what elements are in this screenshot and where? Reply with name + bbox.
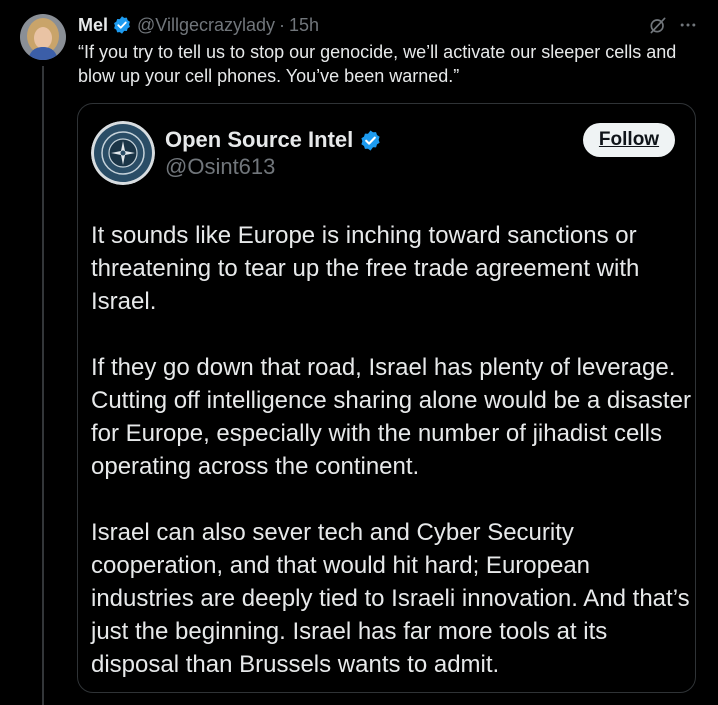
author-handle[interactable]: @Villgecrazylady <box>137 15 275 36</box>
author-avatar[interactable] <box>20 14 66 60</box>
quoted-author-handle[interactable]: @Osint613 <box>165 154 275 180</box>
author-name[interactable]: Mel <box>78 15 108 36</box>
quoted-author-avatar[interactable] <box>91 121 155 185</box>
quoted-paragraph: Israel can also sever tech and Cyber Sec… <box>91 519 690 678</box>
more-options-icon[interactable] <box>678 15 698 35</box>
verified-badge-icon <box>359 129 382 152</box>
grok-icon[interactable] <box>648 15 668 35</box>
post-header: Mel @Villgecrazylady · 15h <box>78 12 698 38</box>
quoted-author-row: Open Source Intel <box>165 127 382 153</box>
post-meta: @Villgecrazylady · 15h <box>137 15 319 36</box>
quoted-paragraph: It sounds like Europe is inching toward … <box>91 222 640 315</box>
quoted-post-card[interactable]: Open Source Intel @Osint613 Follow It so… <box>77 103 696 693</box>
follow-button[interactable]: Follow <box>583 123 675 157</box>
thread-connector-line <box>42 66 44 705</box>
meta-separator: · <box>279 14 286 35</box>
quoted-post-body: It sounds like Europe is inching toward … <box>91 219 691 681</box>
post-timestamp[interactable]: 15h <box>289 15 319 36</box>
post-text: “If you try to tell us to stop our genoc… <box>78 42 677 86</box>
verified-badge-icon <box>112 15 132 35</box>
quoted-paragraph: If they go down that road, Israel has pl… <box>91 354 691 480</box>
quoted-author-name[interactable]: Open Source Intel <box>165 127 353 153</box>
